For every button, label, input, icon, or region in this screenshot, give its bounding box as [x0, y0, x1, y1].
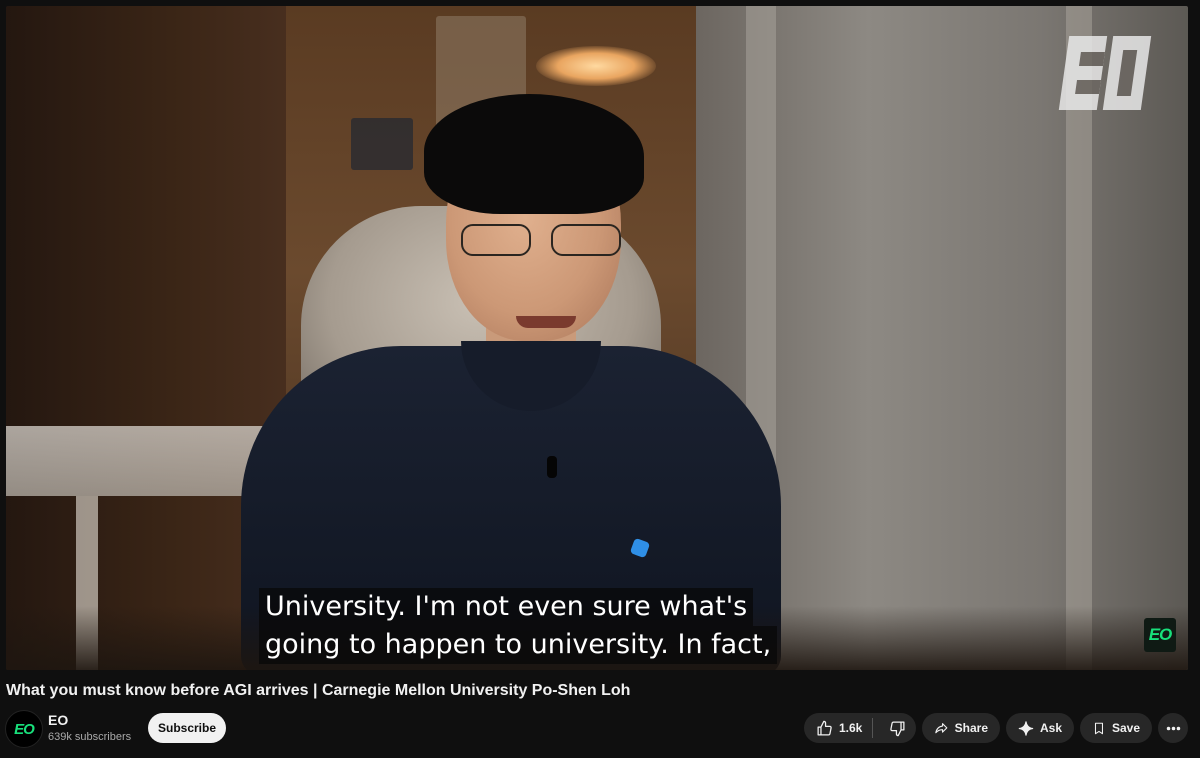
save-label: Save [1111, 721, 1140, 735]
like-divider [871, 718, 873, 738]
channel-name[interactable]: EO [48, 712, 68, 728]
like-dislike-group: 1.6k [804, 713, 916, 743]
video-title: What you must know before AGI arrives | … [6, 682, 631, 699]
speaker-mouth [516, 316, 576, 328]
like-button[interactable]: 1.6k [804, 713, 866, 743]
lapel-mic [547, 456, 557, 478]
captions: University. I'm not even sure what's goi… [259, 588, 778, 664]
ask-button[interactable]: Ask [1006, 713, 1074, 743]
caption-line-1: University. I'm not even sure what's [259, 588, 754, 626]
share-arrow-icon [935, 722, 948, 733]
caption-line-2: going to happen to university. In fact, [259, 626, 778, 664]
glasses [461, 224, 621, 256]
thumbs-down-icon [890, 720, 905, 736]
subscribe-button[interactable]: Subscribe [148, 713, 226, 743]
lamp-glow [536, 46, 656, 86]
thumbs-up-icon [817, 720, 832, 736]
bookmark-icon [1094, 722, 1104, 734]
share-label: Share [954, 721, 988, 735]
wall-screen [351, 118, 413, 170]
dislike-button[interactable] [879, 713, 916, 743]
channel-avatar[interactable]: EO [5, 710, 43, 748]
sparkle-icon [1018, 720, 1034, 736]
ask-label: Ask [1039, 721, 1062, 735]
eo-corner-logo: EO [1144, 618, 1176, 652]
subscriber-count: 639k subscribers [48, 731, 132, 743]
like-count: 1.6k [839, 721, 863, 735]
save-button[interactable]: Save [1080, 713, 1152, 743]
more-dots-icon [1166, 726, 1180, 730]
eo-watermark-logo [1058, 36, 1152, 114]
share-button[interactable]: Share [922, 713, 1000, 743]
more-actions-button[interactable] [1158, 713, 1188, 743]
speaker-hair [424, 94, 644, 214]
video-player[interactable]: University. I'm not even sure what's goi… [6, 6, 1188, 670]
